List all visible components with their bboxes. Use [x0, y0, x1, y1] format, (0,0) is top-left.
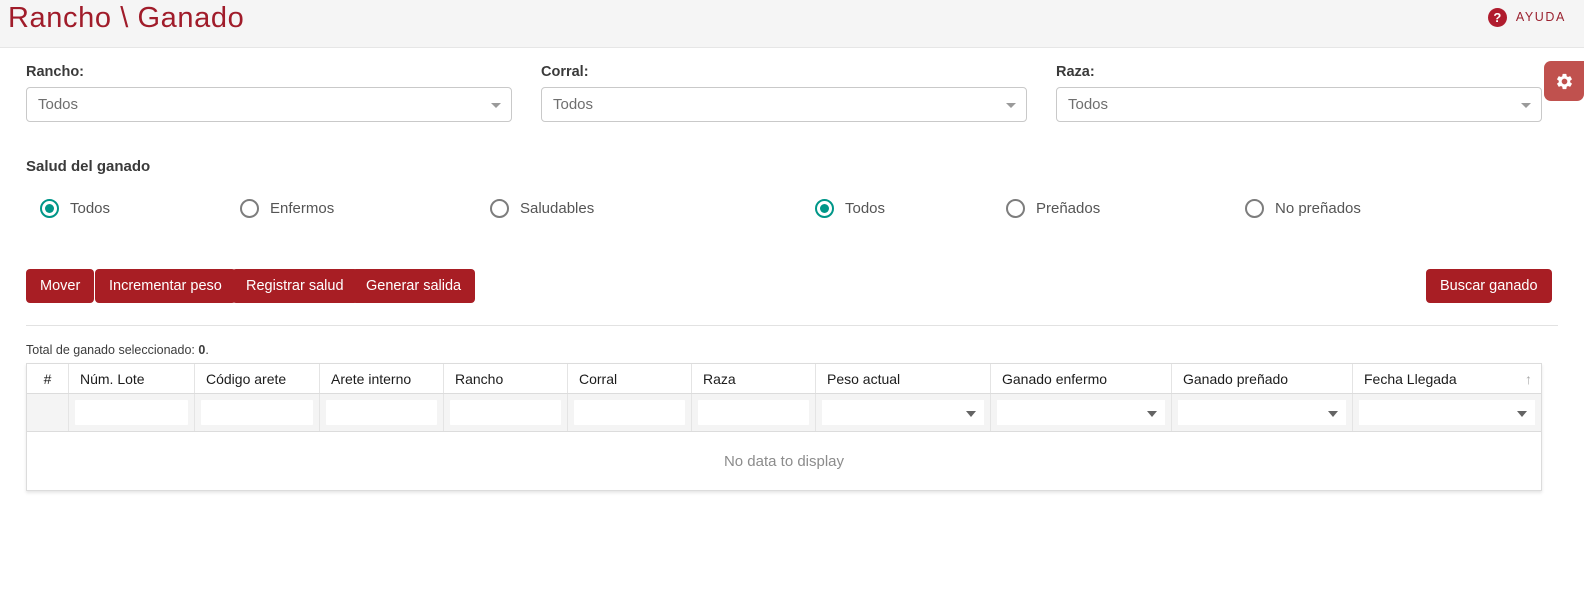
- filter-cell-ganado-prenado: [1172, 394, 1353, 431]
- chevron-down-icon: [1006, 102, 1016, 108]
- filter-cell-arete-interno: [320, 394, 444, 431]
- corral-select-value: Todos: [553, 96, 594, 113]
- raza-select-value: Todos: [1068, 96, 1109, 113]
- question-mark-circle-icon: ?: [1487, 7, 1507, 27]
- radio-indicator: [815, 199, 834, 218]
- section-divider: [26, 325, 1558, 326]
- health-section-title: Salud del ganado: [26, 158, 151, 175]
- total-suffix: .: [205, 343, 209, 357]
- grid-header-row: # Núm. Lote Código arete Arete interno R…: [27, 364, 1541, 394]
- column-header-ganado-prenado[interactable]: Ganado preñado: [1172, 364, 1353, 393]
- radio-indicator: [490, 199, 509, 218]
- radio-option-todos-salud[interactable]: Todos: [40, 199, 110, 218]
- raza-select[interactable]: Todos: [1056, 87, 1542, 122]
- rancho-filter-label: Rancho:: [26, 64, 84, 80]
- cattle-data-grid: # Núm. Lote Código arete Arete interno R…: [26, 363, 1542, 491]
- help-link[interactable]: ? AYUDA: [1487, 0, 1566, 34]
- radio-label: No preñados: [1275, 200, 1361, 217]
- filter-input-num-lote[interactable]: [75, 400, 188, 425]
- chevron-down-icon: [1147, 410, 1157, 417]
- radio-option-enfermos[interactable]: Enfermos: [240, 199, 334, 218]
- column-header-index[interactable]: #: [27, 364, 69, 393]
- column-header-num-lote[interactable]: Núm. Lote: [69, 364, 195, 393]
- radio-label: Todos: [70, 200, 111, 217]
- grid-filter-row: [27, 394, 1541, 432]
- corral-filter-field: Corral: Todos: [541, 64, 1027, 122]
- radio-indicator: [1245, 199, 1264, 218]
- radio-indicator: [40, 199, 59, 218]
- radio-label: Preñados: [1036, 200, 1101, 217]
- radio-option-todos-prenez[interactable]: Todos: [815, 199, 885, 218]
- filter-cell-peso-actual: [816, 394, 991, 431]
- chevron-down-icon: [966, 410, 976, 417]
- filter-input-raza[interactable]: [698, 400, 809, 425]
- health-filter-section: Salud del ganado Todos Enfermos Saludabl…: [0, 158, 1584, 225]
- filter-input-rancho[interactable]: [450, 400, 561, 425]
- radio-option-saludables[interactable]: Saludables: [490, 199, 594, 218]
- filter-input-arete-interno[interactable]: [326, 400, 437, 425]
- filter-select-peso-actual[interactable]: [822, 400, 984, 425]
- chevron-down-icon: [1517, 410, 1527, 417]
- filter-cell-index: [27, 394, 69, 431]
- radio-indicator: [1006, 199, 1025, 218]
- filter-cell-corral: [568, 394, 692, 431]
- column-header-corral[interactable]: Corral: [568, 364, 692, 393]
- rancho-select-value: Todos: [38, 96, 79, 113]
- cattle-table-section: Total de ganado seleccionado: 0. # Núm. …: [0, 343, 1584, 491]
- chevron-down-icon: [1521, 102, 1531, 108]
- raza-filter-field: Raza: Todos: [1056, 64, 1542, 122]
- filter-cell-raza: [692, 394, 816, 431]
- health-radio-group: Todos Enfermos Saludables Todos Preñados…: [26, 199, 1558, 225]
- filter-input-corral[interactable]: [574, 400, 685, 425]
- chevron-down-icon: [491, 102, 501, 108]
- filter-cell-ganado-enfermo: [991, 394, 1172, 431]
- mover-button[interactable]: Mover: [26, 269, 95, 303]
- sort-ascending-icon: ↑: [1525, 370, 1532, 387]
- radio-label: Saludables: [520, 200, 595, 217]
- corral-filter-label: Corral:: [541, 64, 589, 80]
- gear-icon: [1556, 73, 1572, 89]
- column-header-fecha-llegada[interactable]: Fecha Llegada ↑: [1353, 364, 1541, 393]
- column-header-rancho[interactable]: Rancho: [444, 364, 568, 393]
- radio-label: Enfermos: [270, 200, 335, 217]
- raza-filter-label: Raza:: [1056, 64, 1095, 80]
- buscar-ganado-button[interactable]: Buscar ganado: [1426, 269, 1552, 303]
- column-header-codigo-arete[interactable]: Código arete: [195, 364, 320, 393]
- filter-input-codigo-arete[interactable]: [201, 400, 313, 425]
- action-buttons-row: Mover Incrementar peso Registrar salud G…: [0, 269, 1584, 303]
- page-title: Rancho \ Ganado: [8, 2, 245, 34]
- column-header-ganado-enfermo[interactable]: Ganado enfermo: [991, 364, 1172, 393]
- filter-cell-rancho: [444, 394, 568, 431]
- filter-select-ganado-prenado[interactable]: [1178, 400, 1346, 425]
- filter-cell-fecha-llegada: [1353, 394, 1541, 431]
- total-selected-label: Total de ganado seleccionado: 0.: [26, 343, 1558, 357]
- column-header-arete-interno[interactable]: Arete interno: [320, 364, 444, 393]
- generar-salida-button[interactable]: Generar salida: [352, 269, 476, 303]
- grid-empty-message: No data to display: [723, 452, 845, 470]
- settings-button[interactable]: [1544, 61, 1584, 101]
- filter-cell-codigo-arete: [195, 394, 320, 431]
- incrementar-peso-button[interactable]: Incrementar peso: [95, 269, 236, 303]
- radio-option-prenados[interactable]: Preñados: [1006, 199, 1100, 218]
- filters-row: Rancho: Todos Corral: Todos Raza: Todos: [0, 61, 1584, 142]
- filter-select-fecha-llegada[interactable]: [1359, 400, 1535, 425]
- top-header-bar: Rancho \ Ganado ? AYUDA: [0, 0, 1584, 48]
- help-label: AYUDA: [1515, 10, 1566, 24]
- radio-indicator: [240, 199, 259, 218]
- column-header-peso-actual[interactable]: Peso actual: [816, 364, 991, 393]
- rancho-select[interactable]: Todos: [26, 87, 512, 122]
- corral-select[interactable]: Todos: [541, 87, 1027, 122]
- total-prefix: Total de ganado seleccionado:: [26, 343, 199, 357]
- column-header-fecha-llegada-label: Fecha Llegada: [1364, 370, 1457, 387]
- radio-option-no-prenados[interactable]: No preñados: [1245, 199, 1361, 218]
- registrar-salud-button[interactable]: Registrar salud: [232, 269, 358, 303]
- radio-label: Todos: [845, 200, 886, 217]
- column-header-raza[interactable]: Raza: [692, 364, 816, 393]
- filter-select-ganado-enfermo[interactable]: [997, 400, 1165, 425]
- filter-cell-num-lote: [69, 394, 195, 431]
- chevron-down-icon: [1328, 410, 1338, 417]
- rancho-filter-field: Rancho: Todos: [26, 64, 512, 122]
